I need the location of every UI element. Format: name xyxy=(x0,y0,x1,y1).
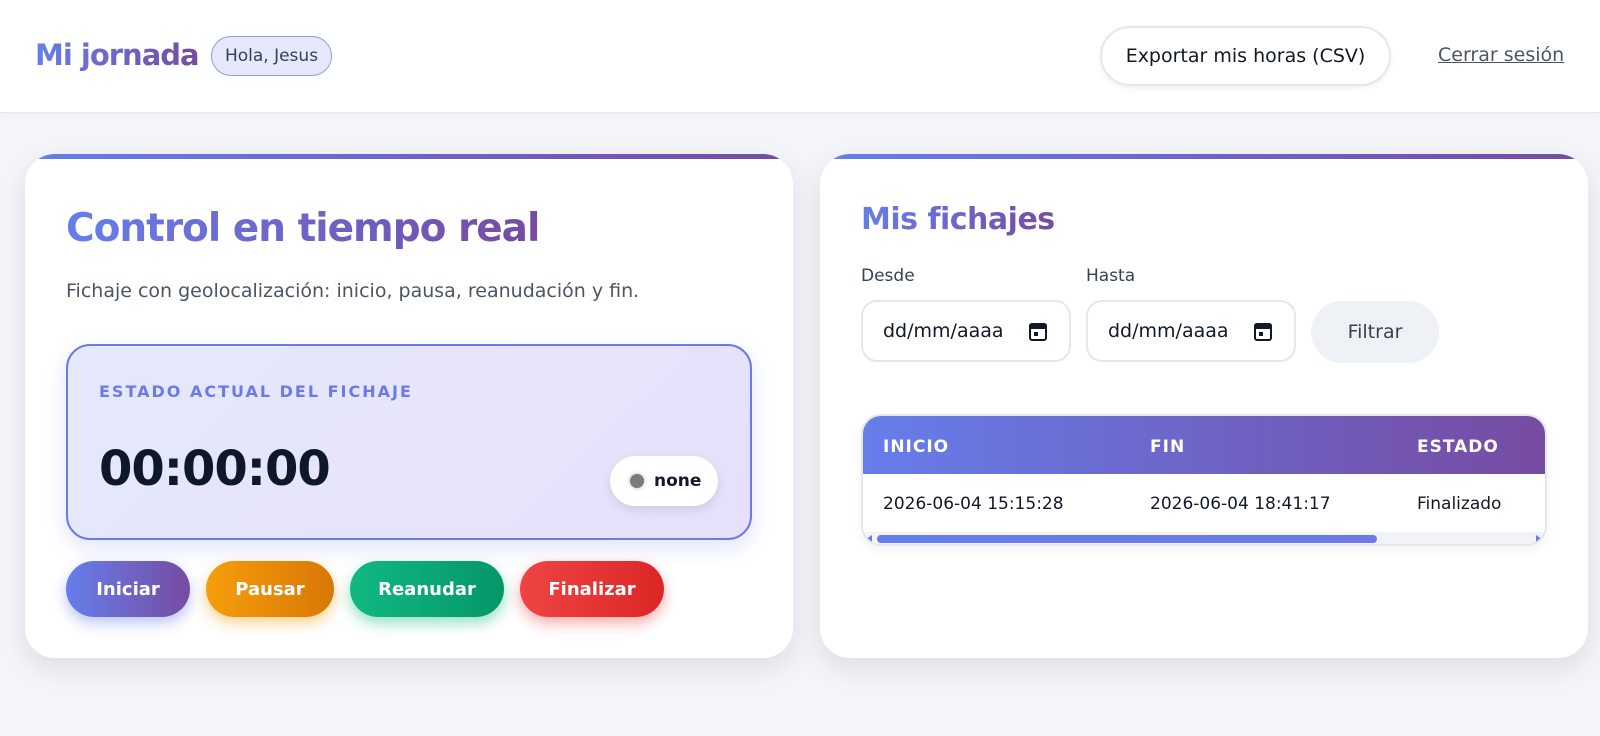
horizontal-scrollbar[interactable] xyxy=(863,532,1545,544)
records-title: Mis fichajes xyxy=(861,202,1055,237)
finish-button[interactable]: Finalizar xyxy=(520,561,664,617)
pause-button[interactable]: Pausar xyxy=(206,561,334,617)
top-bar: Mi jornada Hola, Jesus Exportar mis hora… xyxy=(0,0,1600,112)
control-title: Control en tiempo real xyxy=(66,206,540,251)
calendar-icon[interactable] xyxy=(1029,323,1047,341)
column-header-status: ESTADO xyxy=(1417,437,1499,457)
calendar-icon[interactable] xyxy=(1254,323,1272,341)
cell-end: 2026-06-04 18:41:17 xyxy=(1150,494,1331,514)
column-header-start: INICIO xyxy=(883,437,950,457)
from-date-input[interactable]: dd/mm/aaaa xyxy=(861,300,1071,362)
my-records-card: Mis fichajes Desde Hasta dd/mm/aaaa dd/m… xyxy=(820,154,1588,658)
cell-start: 2026-06-04 15:15:28 xyxy=(883,494,1064,514)
status-label: ESTADO ACTUAL DEL FICHAJE xyxy=(99,382,413,401)
elapsed-timer: 00:00:00 xyxy=(99,441,331,497)
table-header: INICIO FIN ESTADO xyxy=(863,416,1545,474)
app-title: Mi jornada xyxy=(35,38,200,72)
scrollbar-thumb[interactable] xyxy=(877,535,1377,543)
clock-actions: Iniciar Pausar Reanudar Finalizar xyxy=(66,561,664,617)
status-badge-text: none xyxy=(654,471,702,491)
current-status-panel: ESTADO ACTUAL DEL FICHAJE 00:00:00 none xyxy=(66,344,752,540)
to-date-label: Hasta xyxy=(1086,266,1136,286)
scroll-left-arrow-icon[interactable] xyxy=(866,535,872,543)
scroll-right-arrow-icon[interactable] xyxy=(1536,535,1542,543)
user-greeting-badge: Hola, Jesus xyxy=(211,36,332,76)
status-badge: none xyxy=(610,456,718,506)
table-row: 2026-06-04 15:15:28 2026-06-04 18:41:17 … xyxy=(863,474,1545,532)
records-table: INICIO FIN ESTADO 2026-06-04 15:15:28 20… xyxy=(861,414,1547,546)
filter-button[interactable]: Filtrar xyxy=(1311,301,1439,363)
column-header-end: FIN xyxy=(1150,437,1186,457)
control-subtitle: Fichaje con geolocalización: inicio, pau… xyxy=(66,280,640,302)
logout-link[interactable]: Cerrar sesión xyxy=(1438,44,1564,66)
from-date-label: Desde xyxy=(861,266,915,286)
realtime-control-card: Control en tiempo real Fichaje con geolo… xyxy=(25,154,793,658)
to-date-input[interactable]: dd/mm/aaaa xyxy=(1086,300,1296,362)
resume-button[interactable]: Reanudar xyxy=(350,561,504,617)
cell-status: Finalizado xyxy=(1417,494,1502,514)
to-date-placeholder: dd/mm/aaaa xyxy=(1108,320,1229,342)
status-dot-icon xyxy=(630,474,644,488)
start-button[interactable]: Iniciar xyxy=(66,561,190,617)
export-csv-button[interactable]: Exportar mis horas (CSV) xyxy=(1100,26,1391,86)
from-date-placeholder: dd/mm/aaaa xyxy=(883,320,1004,342)
